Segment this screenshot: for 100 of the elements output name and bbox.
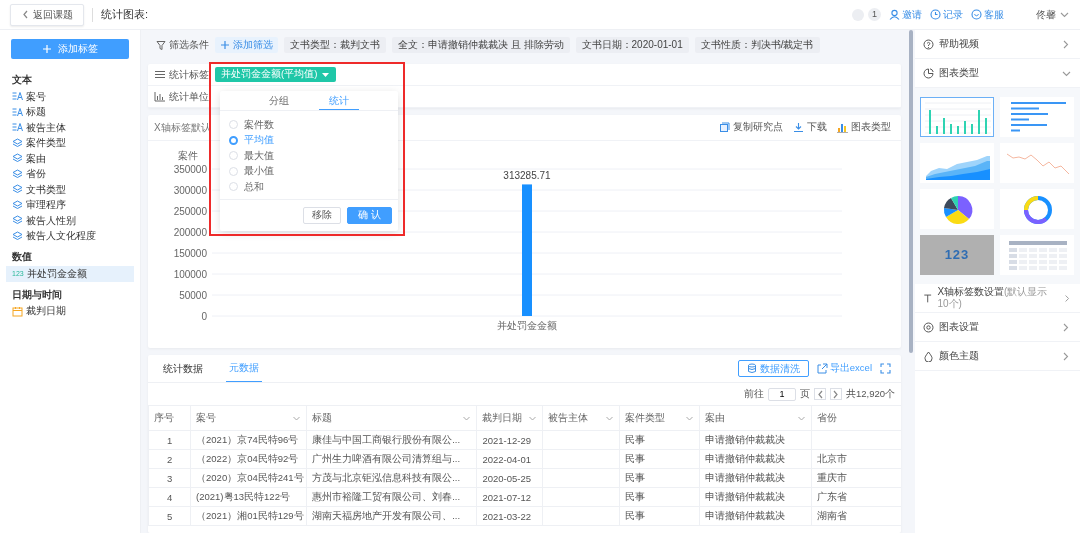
layers-icon bbox=[12, 137, 23, 149]
sidebar-item[interactable]: 案号 bbox=[6, 89, 134, 105]
popover-tab[interactable]: 分组 bbox=[259, 91, 299, 110]
user-menu[interactable]: 佟馨 bbox=[1036, 7, 1070, 22]
sidebar-heading: 日期与时间 bbox=[11, 287, 63, 302]
fullscreen-icon bbox=[880, 363, 891, 374]
table-cell: （2020）京04民特241号 bbox=[190, 468, 307, 488]
table-cell: 1 bbox=[148, 430, 191, 450]
column-header[interactable]: 标题 bbox=[306, 405, 477, 431]
sidebar-item[interactable]: 文书类型 bbox=[6, 182, 134, 198]
sidebar-item[interactable]: 被告人文化程度 bbox=[6, 228, 134, 244]
text-field-icon bbox=[12, 106, 23, 118]
column-header[interactable]: 案由 bbox=[699, 405, 812, 431]
sidebar-item[interactable]: 标题 bbox=[6, 104, 134, 120]
sidebar-item[interactable]: 案由 bbox=[6, 151, 134, 167]
settings-icon bbox=[923, 321, 934, 333]
sidebar-item[interactable]: 省份 bbox=[6, 166, 134, 182]
sidebar-item[interactable]: 案件类型 bbox=[6, 135, 134, 151]
table-chart-thumbnail[interactable] bbox=[1000, 235, 1074, 275]
table-cell: 2021-03-22 bbox=[476, 506, 543, 526]
y-tick-label: 0 bbox=[201, 310, 207, 322]
table-cell: （2021）京74民特96号 bbox=[190, 430, 307, 450]
calendar-icon bbox=[12, 305, 23, 317]
y-tick-label: 50000 bbox=[179, 289, 207, 301]
layers-icon bbox=[12, 184, 23, 196]
column-header[interactable]: 案号 bbox=[190, 405, 307, 431]
top-link[interactable]: 邀请 bbox=[889, 7, 922, 22]
hbar-chart-thumbnail[interactable] bbox=[1000, 97, 1074, 137]
table-cell: (2021)粤13民特122号 bbox=[190, 487, 307, 507]
remove-button[interactable]: 移除 bbox=[303, 206, 342, 224]
filter-chip[interactable]: 文书日期：2020-01-01 bbox=[575, 37, 689, 53]
chart-action[interactable]: 图表类型 bbox=[837, 121, 891, 134]
filter-chip[interactable]: 文书性质：判决书/裁定书 bbox=[694, 37, 820, 53]
sidebar-item[interactable]: 被告主体 bbox=[6, 120, 134, 136]
table-cell: 民事 bbox=[619, 487, 700, 507]
layers-icon bbox=[12, 215, 23, 227]
table-tab[interactable]: 统计数据 bbox=[160, 355, 206, 382]
y-tick-label: 300000 bbox=[173, 184, 207, 196]
goto-label: 前往 bbox=[743, 387, 764, 401]
next-page-button[interactable] bbox=[829, 388, 842, 400]
text-icon bbox=[923, 292, 933, 304]
previous-page-button[interactable] bbox=[813, 388, 826, 400]
value-label: 313285.71 bbox=[503, 170, 551, 182]
table-cell: 5 bbox=[148, 506, 191, 526]
copy-icon bbox=[719, 122, 730, 133]
chart-action[interactable]: 复制研究点 bbox=[719, 121, 783, 134]
sidebar-item[interactable]: 裁判日期 bbox=[6, 303, 134, 319]
radio-button[interactable] bbox=[229, 135, 238, 145]
pie-chart-thumbnail[interactable] bbox=[920, 189, 994, 229]
x-tick-label: 并处罚金金额 bbox=[497, 320, 557, 331]
page-input[interactable]: 1 bbox=[767, 387, 796, 401]
table-cell: 申请撤销仲裁裁决 bbox=[699, 430, 812, 450]
column-header[interactable]: 案件类型 bbox=[619, 405, 700, 431]
bar-chart-thumbnail[interactable] bbox=[920, 97, 994, 137]
help-icon bbox=[923, 38, 934, 50]
table-cell: 2022-04-01 bbox=[476, 449, 543, 469]
filter-chip[interactable]: 文书类型：裁判文书 bbox=[284, 37, 386, 53]
y-tick-label: 150000 bbox=[173, 247, 207, 259]
column-header[interactable]: 裁判日期 bbox=[476, 405, 543, 431]
back-button[interactable]: 返回课题 bbox=[10, 3, 84, 26]
top-link[interactable]: 记录 bbox=[930, 7, 963, 22]
y-tick-label: 100000 bbox=[173, 268, 207, 280]
y-tick-label: 250000 bbox=[173, 205, 207, 217]
sidebar-item[interactable]: 被告人性别 bbox=[6, 213, 134, 229]
column-header[interactable]: 省份 bbox=[811, 405, 901, 431]
chart-action[interactable]: 下载 bbox=[793, 121, 827, 134]
option-label: 最大值 bbox=[244, 148, 274, 163]
history-icon bbox=[930, 9, 941, 20]
table-cell: 申请撤销仲裁裁决 bbox=[699, 506, 812, 526]
bar-chart-icon bbox=[837, 122, 848, 133]
panel-section[interactable]: 帮助视频 bbox=[915, 30, 1080, 59]
table-cell: 2021-07-12 bbox=[476, 487, 543, 507]
donut-chart-thumbnail[interactable] bbox=[1000, 189, 1074, 229]
stat-tag-label: 统计标签 bbox=[154, 67, 209, 82]
droplet-icon bbox=[923, 350, 934, 362]
y-tick-label: 200000 bbox=[173, 226, 207, 238]
list-icon bbox=[154, 69, 166, 80]
table-cell: 3 bbox=[148, 468, 191, 488]
panel-section[interactable]: X轴标签数设置(默认显示10个) bbox=[915, 284, 1080, 313]
sidebar-item[interactable]: 审理程序 bbox=[6, 197, 134, 213]
panel-section[interactable]: 图表设置 bbox=[915, 313, 1080, 342]
column-header[interactable]: 序号 bbox=[148, 405, 191, 431]
sidebar-heading: 文本 bbox=[11, 73, 33, 87]
layers-icon bbox=[12, 153, 23, 165]
stat-unit-label: 统计单位 bbox=[154, 89, 209, 104]
table-cell: （2022）京04民特92号 bbox=[190, 449, 307, 469]
area-chart-thumbnail[interactable] bbox=[920, 143, 994, 183]
top-link[interactable]: 客服 bbox=[971, 7, 1004, 22]
scrollbar[interactable] bbox=[909, 30, 913, 353]
back-icon bbox=[21, 9, 29, 20]
plus-icon bbox=[42, 44, 52, 54]
column-header[interactable]: 被告主体 bbox=[543, 405, 620, 431]
page-label: 页 bbox=[799, 387, 810, 401]
line-chart-thumbnail[interactable] bbox=[1000, 143, 1074, 183]
panel-section[interactable]: 颜色主题 bbox=[915, 342, 1080, 371]
caret-icon bbox=[321, 70, 331, 79]
table-cell: 康佳与中国工商银行股份有限公... bbox=[306, 430, 477, 450]
filter-chip[interactable]: 全文：申请撤销仲裁裁决 且 排除劳动 bbox=[392, 37, 570, 53]
text-field-icon bbox=[12, 122, 23, 134]
table-cell: 湖南天福房地产开发有限公司、... bbox=[306, 506, 477, 526]
